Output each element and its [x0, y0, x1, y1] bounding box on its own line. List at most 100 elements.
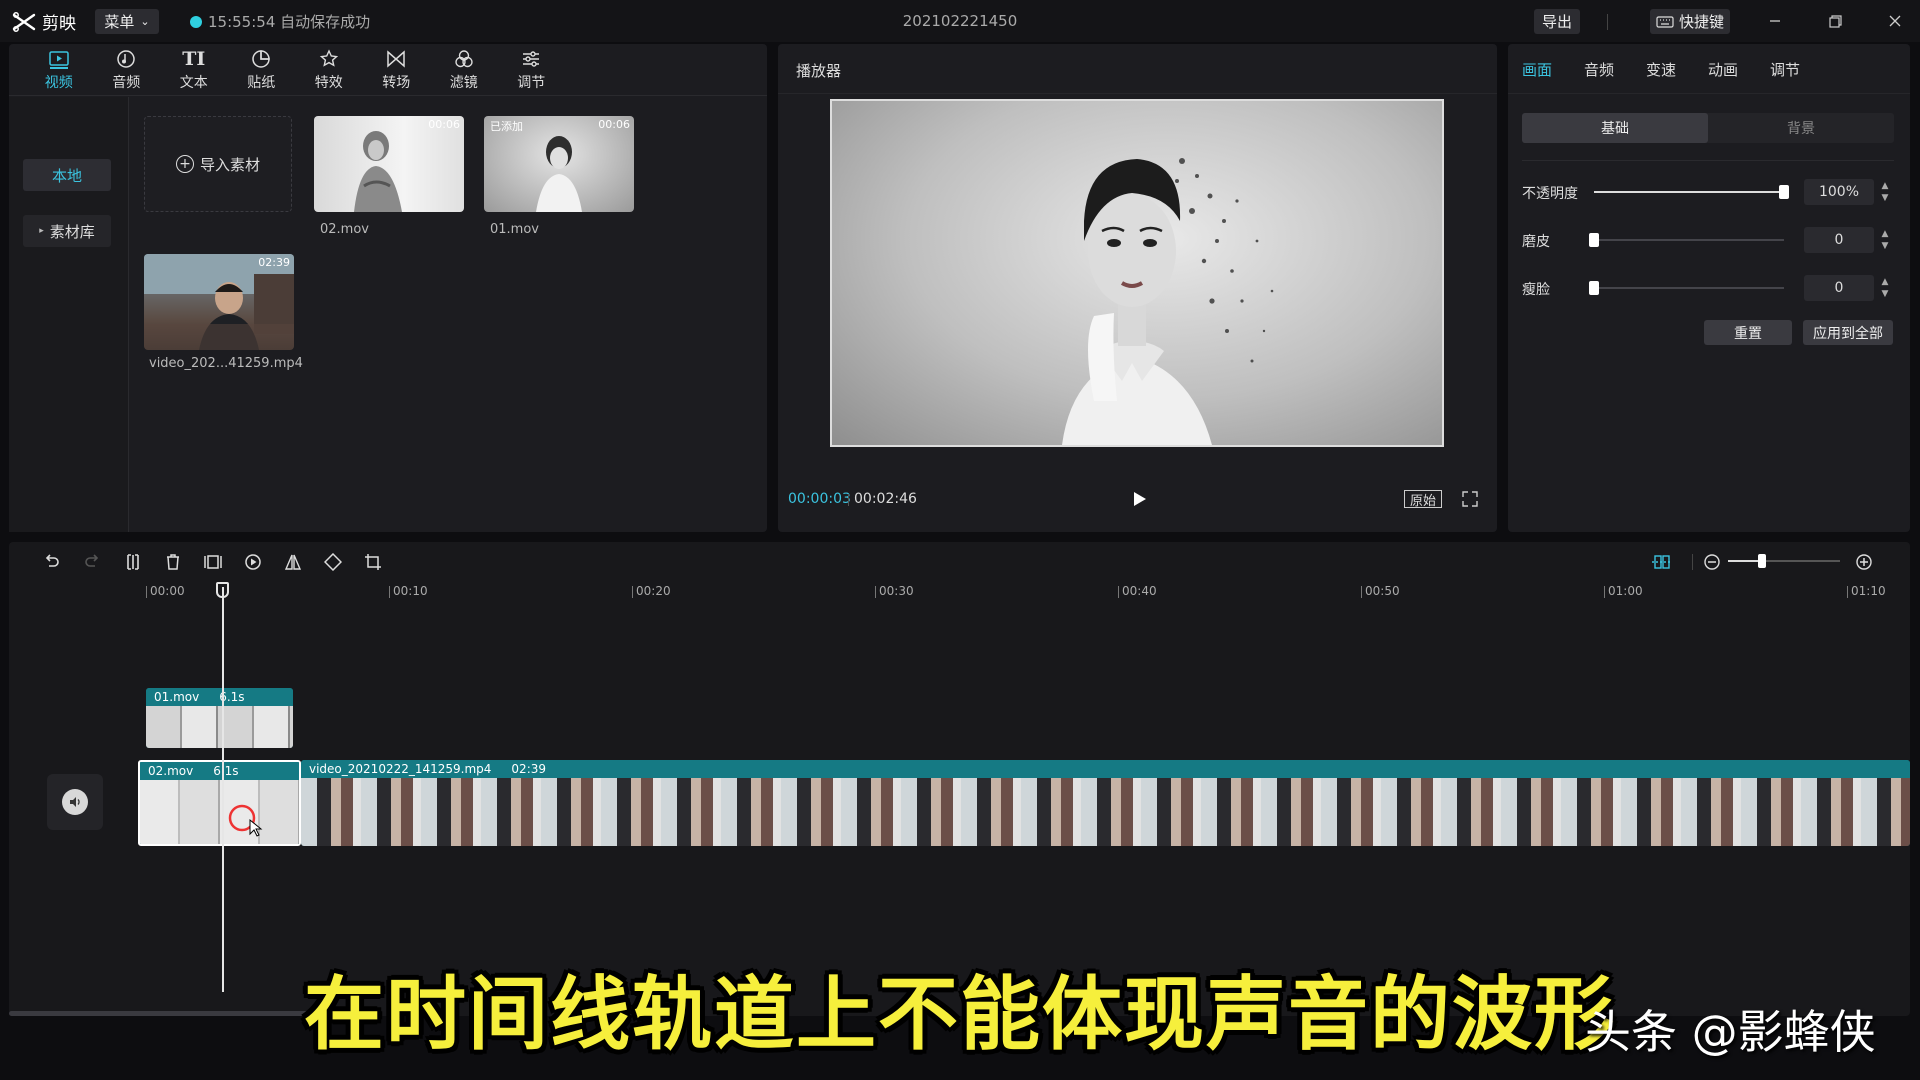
basic-background-switch: 基础 背景: [1522, 113, 1894, 143]
media-item-video[interactable]: 02:39: [144, 254, 294, 350]
tab-sticker[interactable]: 贴纸: [228, 44, 296, 96]
shortcut-button[interactable]: 快捷键: [1650, 9, 1730, 34]
zoom-slider[interactable]: [1728, 554, 1840, 568]
slider-handle[interactable]: [1589, 233, 1599, 247]
mirror-button[interactable]: [282, 551, 304, 573]
ratio-button[interactable]: 原始: [1404, 490, 1442, 509]
timeline-panel: 00:00 00:10 00:20 00:30 00:40 00:50 01:0…: [9, 542, 1910, 1016]
rotate-button[interactable]: [322, 551, 344, 573]
sidebar-item-library[interactable]: ▸ 素材库: [23, 215, 111, 247]
maximize-button[interactable]: [1822, 10, 1848, 32]
caret-down-icon[interactable]: ▼: [1882, 193, 1889, 203]
tab-animation[interactable]: 动画: [1708, 44, 1770, 94]
tab-adjust-props[interactable]: 调节: [1770, 44, 1832, 94]
opacity-value-input[interactable]: 100%: [1804, 179, 1874, 205]
freeze-icon: [204, 555, 222, 569]
crop-button[interactable]: [362, 551, 384, 573]
caret-up-icon[interactable]: ▲: [1882, 181, 1889, 191]
zoom-handle[interactable]: [1758, 554, 1766, 568]
caret-up-icon[interactable]: ▲: [1882, 229, 1889, 239]
tab-label: 滤镜: [449, 74, 478, 91]
fullscreen-button[interactable]: [1462, 491, 1478, 507]
slider-handle[interactable]: [1779, 185, 1789, 199]
slider-handle[interactable]: [1589, 281, 1599, 295]
freeze-frame-button[interactable]: [202, 551, 224, 573]
ruler-label: 00:10: [393, 584, 428, 598]
redo-button[interactable]: [81, 551, 103, 573]
reverse-button[interactable]: [242, 551, 264, 573]
track-mute-button[interactable]: [47, 774, 103, 830]
snap-toggle[interactable]: [1649, 551, 1675, 573]
main-clip-02mov[interactable]: 02.mov 6.1s: [138, 760, 301, 846]
tab-picture[interactable]: 画面: [1522, 44, 1584, 94]
tab-label: 贴纸: [247, 74, 276, 91]
magnet-snap-icon: [1652, 555, 1672, 569]
playhead[interactable]: [222, 587, 224, 992]
tab-effects[interactable]: 特效: [295, 44, 363, 96]
caret-down-icon[interactable]: ▼: [1882, 289, 1889, 299]
media-filename: 02.mov: [320, 222, 369, 237]
split-button[interactable]: [122, 551, 144, 573]
menu-label: 菜单: [104, 13, 135, 31]
tab-filter[interactable]: 滤镜: [430, 44, 498, 96]
export-button[interactable]: 导出: [1534, 9, 1580, 34]
timeline-ruler[interactable]: 00:00 00:10 00:20 00:30 00:40 00:50 01:0…: [9, 580, 1910, 602]
play-button[interactable]: [1130, 490, 1148, 508]
video-preview[interactable]: [830, 99, 1444, 447]
opacity-slider[interactable]: [1594, 185, 1789, 199]
undo-button[interactable]: [41, 551, 63, 573]
media-panel: 视频 音频 TI 文本 贴纸 特效 转场 滤镜 调节 本地 ▸ 素材库 + 导入…: [9, 44, 767, 532]
slim-face-slider[interactable]: [1589, 281, 1784, 295]
properties-panel: 画面 音频 变速 动画 调节 基础 背景 不透明度 100% ▲ ▼ 磨皮 0 ▲…: [1508, 44, 1910, 532]
sidebar-item-local[interactable]: 本地: [23, 159, 111, 191]
segment-background[interactable]: 背景: [1708, 113, 1894, 143]
tab-label: 调节: [517, 74, 546, 91]
tab-text[interactable]: TI 文本: [160, 44, 228, 96]
smooth-skin-value-input[interactable]: 0: [1804, 227, 1874, 253]
tab-label: 特效: [314, 74, 343, 91]
slim-face-value-input[interactable]: 0: [1804, 275, 1874, 301]
smooth-skin-stepper[interactable]: ▲ ▼: [1878, 229, 1892, 251]
segment-basic[interactable]: 基础: [1522, 113, 1708, 143]
smooth-skin-slider[interactable]: [1589, 233, 1784, 247]
tab-audio[interactable]: 音频: [93, 44, 161, 96]
clip-header: 02.mov 6.1s: [140, 762, 299, 780]
media-item-01mov[interactable]: 已添加 00:06: [484, 116, 634, 212]
apply-all-button[interactable]: 应用到全部: [1803, 320, 1893, 345]
delete-button[interactable]: [162, 551, 184, 573]
app-name: 剪映: [42, 14, 76, 34]
clip-header: video_20210222_141259.mp4 02:39: [301, 760, 1910, 778]
timeline-scrollbar[interactable]: [9, 1011, 319, 1016]
overlay-clip[interactable]: 01.mov 6.1s: [146, 688, 293, 748]
reset-button[interactable]: 重置: [1704, 320, 1792, 345]
tab-adjust[interactable]: 调节: [498, 44, 566, 96]
tab-audio-props[interactable]: 音频: [1584, 44, 1646, 94]
media-item-02mov[interactable]: 00:06: [314, 116, 464, 212]
replay-icon: [245, 554, 261, 570]
tab-speed[interactable]: 变速: [1646, 44, 1708, 94]
title-bar: 剪映 菜单 ⌄ 15:55:54 自动保存成功 202102221450 导出 …: [0, 0, 1920, 42]
ruler-label: 00:40: [1122, 584, 1157, 598]
ruler-tick: [875, 586, 876, 598]
ruler-tick: [1118, 586, 1119, 598]
minimize-button[interactable]: [1762, 10, 1788, 32]
caret-up-icon[interactable]: ▲: [1882, 277, 1889, 287]
main-clip-video[interactable]: video_20210222_141259.mp4 02:39: [301, 760, 1910, 846]
smooth-skin-row: 磨皮 0 ▲ ▼: [1522, 227, 1896, 253]
close-button[interactable]: [1882, 10, 1908, 32]
slim-face-label: 瘦脸: [1522, 282, 1550, 298]
tab-label: 转场: [382, 74, 411, 91]
clip-header: 01.mov 6.1s: [146, 688, 293, 706]
timeline-toolbar: [9, 542, 1910, 580]
import-media-button[interactable]: + 导入素材: [144, 116, 292, 212]
opacity-stepper[interactable]: ▲ ▼: [1878, 181, 1892, 203]
slim-face-stepper[interactable]: ▲ ▼: [1878, 277, 1892, 299]
caret-down-icon[interactable]: ▼: [1882, 241, 1889, 251]
tab-video[interactable]: 视频: [25, 44, 93, 96]
menu-button[interactable]: 菜单 ⌄: [95, 9, 159, 34]
zoom-in-button[interactable]: [1853, 551, 1875, 573]
zoom-out-button[interactable]: [1701, 551, 1723, 573]
tab-transition[interactable]: 转场: [363, 44, 431, 96]
transition-icon: [387, 49, 405, 68]
saved-check-icon: [190, 15, 202, 28]
